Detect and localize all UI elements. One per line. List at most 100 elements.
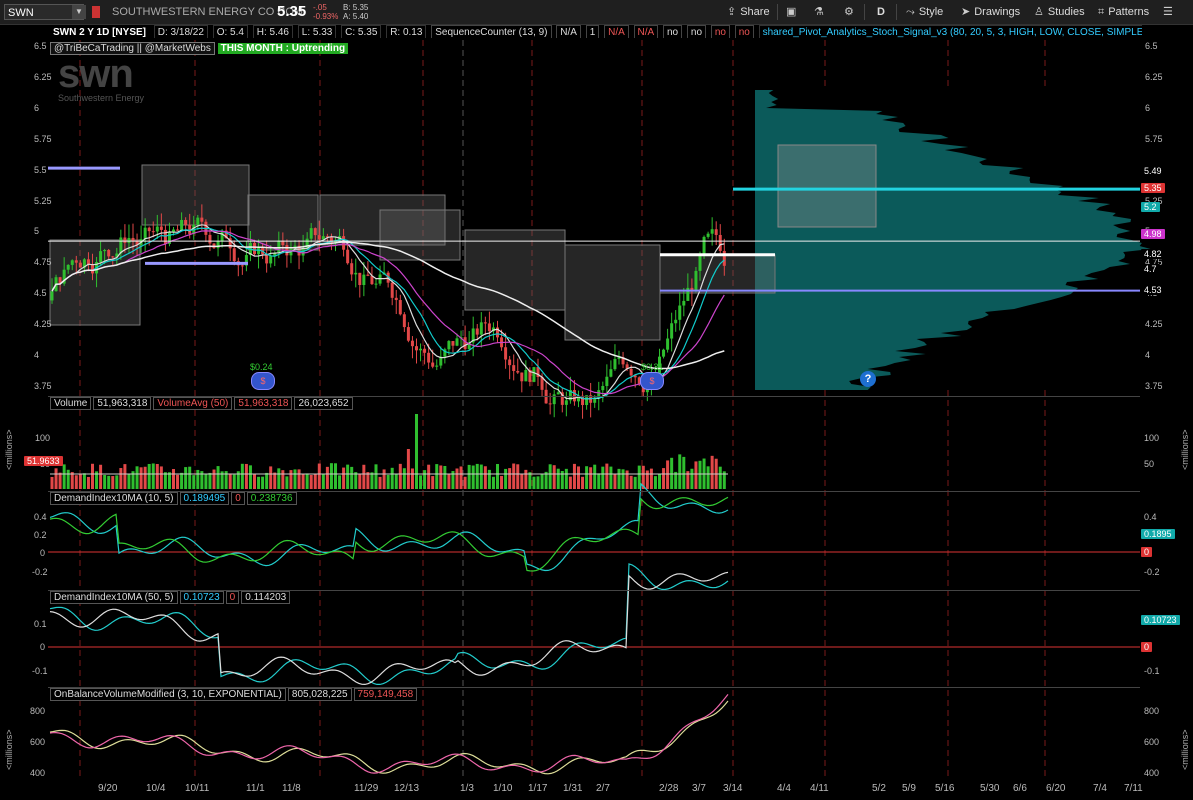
obv-panel[interactable]: [48, 687, 1140, 781]
study-value: N/A: [604, 25, 629, 38]
date-tick: 9/20: [98, 783, 118, 794]
period-button[interactable]: D: [877, 4, 885, 20]
menu-button[interactable]: ☰: [1163, 4, 1177, 20]
volume-unit: <millions>: [1180, 429, 1190, 470]
style-icon: ⤳: [906, 6, 915, 18]
date-tick: 12/13: [394, 783, 420, 794]
share-button[interactable]: ⇪ Share: [727, 4, 770, 20]
study-value: no: [663, 25, 683, 38]
di2-label: DemandIndex10MA (50, 5): [50, 591, 178, 604]
studies-button[interactable]: ♙ Studies: [1034, 4, 1085, 20]
date-tick: 4/11: [810, 783, 829, 794]
study-value: N/A: [556, 25, 581, 38]
demand-index-panel-1[interactable]: [48, 491, 1140, 590]
range-readout: R: 0.13: [386, 25, 427, 38]
di1-label: DemandIndex10MA (10, 5): [50, 492, 178, 505]
date-tick: 1/31: [563, 783, 583, 794]
toolbar: SWN ▼ SOUTHWESTERN ENERGY CO COM 5.35 -.…: [0, 0, 1193, 25]
di1-tick: 0.2: [34, 530, 47, 540]
drawings-button[interactable]: ➤ Drawings: [961, 4, 1020, 20]
bid-ask: B: 5.35 A: 5.40: [343, 3, 368, 21]
bid-value: B: 5.35: [343, 3, 369, 12]
price-tick: 5: [34, 226, 40, 237]
study-value: 1: [585, 25, 600, 38]
pivot-study-label[interactable]: shared_Pivot_Analytics_Stoch_Signal_v3 (…: [758, 25, 1142, 38]
drawings-label: Drawings: [974, 6, 1021, 18]
demand-index-1-title: DemandIndex10MA (10, 5) 0.189495 0 0.238736: [50, 492, 299, 505]
style-button[interactable]: ⤳ Style: [906, 4, 943, 20]
save-button[interactable]: ▣: [786, 4, 800, 20]
patterns-button[interactable]: ⌗ Patterns: [1098, 4, 1149, 20]
chart-title: SWN 2 Y 1D [NYSE]: [50, 26, 149, 38]
obv-tick: 400: [1144, 768, 1160, 778]
di2-value: 0.114203: [241, 591, 291, 604]
date-tick: 5/9: [902, 783, 916, 794]
change-percent: -0.93%: [313, 12, 339, 21]
di2-zero-marker: 0: [1141, 642, 1153, 652]
volume-tick: 50: [1144, 459, 1155, 469]
obv-tick: 600: [1144, 737, 1160, 747]
sequence-counter-label[interactable]: SequenceCounter (13, 9): [431, 25, 552, 38]
date-tick: 2/28: [659, 783, 679, 794]
dividend-value: $0.24: [250, 362, 273, 372]
low-readout: L: 5.33: [297, 25, 337, 38]
volume-avg-label: VolumeAvg (50): [153, 397, 233, 410]
price-marker: 4.7: [1141, 263, 1160, 274]
volume-panel[interactable]: [48, 396, 1140, 491]
obv-tick: 800: [1144, 706, 1160, 716]
price-panel[interactable]: [48, 38, 1140, 395]
menu-icon: ☰: [1163, 6, 1173, 18]
date-tick: 10/4: [146, 783, 166, 794]
price-marker: 5.2: [1141, 201, 1160, 212]
price-marker: 5.35: [1141, 183, 1165, 194]
date-tick: 7/11: [1124, 783, 1143, 794]
study-value: no: [734, 25, 754, 38]
flag-icon[interactable]: [92, 6, 100, 18]
study-infobar: SWN 2 Y 1D [NYSE] D: 3/18/22 O: 5.4 H: 5…: [50, 25, 1142, 38]
dividend-icon[interactable]: $: [640, 372, 664, 390]
date-tick: 11/1: [246, 783, 265, 794]
di2-tick: -0.1: [1144, 666, 1160, 676]
volume-avg2: 26,023,652: [294, 397, 353, 410]
price-marker: 4.82: [1141, 248, 1165, 259]
help-icon[interactable]: ?: [860, 371, 876, 387]
date-tick: 5/16: [935, 783, 955, 794]
flask-icon: ⚗: [814, 6, 824, 18]
chevron-down-icon[interactable]: ▼: [72, 5, 86, 19]
price-tick: 4.5: [34, 288, 47, 299]
studies-icon: ♙: [1034, 6, 1044, 18]
price-tick: 4.25: [1145, 319, 1163, 330]
cursor-icon: ➤: [961, 6, 971, 18]
volume-tick: 100: [35, 433, 51, 443]
price-tick: 5.75: [1145, 133, 1163, 144]
date-tick: 5/30: [980, 783, 1000, 794]
di1-value: 0: [231, 492, 245, 505]
price-tick: 6.5: [34, 41, 47, 51]
flask-button[interactable]: ⚗: [814, 4, 828, 20]
patterns-label: Patterns: [1108, 6, 1150, 18]
logo-subtext: Southwestern Energy: [58, 93, 145, 103]
di1-marker: 0.1895: [1141, 529, 1175, 539]
price-tick: 4.25: [34, 319, 52, 330]
volume-marker: 51.9633: [24, 456, 63, 466]
price-tick: 3.75: [34, 381, 52, 391]
date-tick: 7/4: [1093, 783, 1107, 794]
change-value: -.05: [313, 3, 327, 12]
share-label: Share: [740, 6, 770, 18]
price-tick: 4: [1145, 350, 1151, 361]
gear-icon: ⚙: [844, 6, 854, 18]
volume-avg-value: 51,963,318: [234, 397, 293, 410]
dividend-icon[interactable]: $: [251, 372, 275, 390]
dividend-value: $0.31: [641, 362, 664, 372]
price-tick: 4.75: [34, 257, 52, 268]
date-tick: 1/3: [460, 783, 474, 794]
demand-index-panel-2[interactable]: [48, 590, 1140, 687]
settings-button[interactable]: ⚙: [844, 4, 858, 20]
price-tick: 6: [34, 102, 40, 113]
divider: [777, 4, 778, 20]
date-tick: 4/4: [777, 783, 791, 794]
obv-tick: 600: [30, 737, 46, 747]
save-icon: ▣: [786, 6, 797, 18]
di1-zero-marker: 0: [1141, 547, 1153, 557]
open-readout: O: 5.4: [212, 25, 248, 38]
